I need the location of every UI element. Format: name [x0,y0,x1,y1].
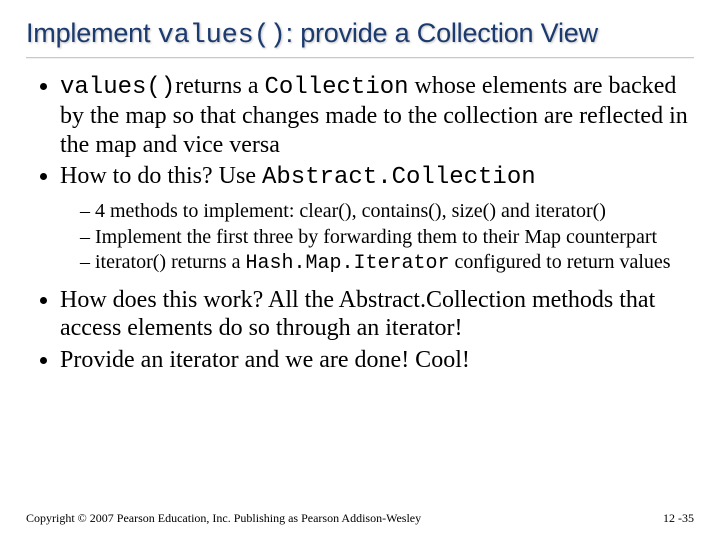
sub-1: 4 methods to implement: clear(), contain… [80,200,694,224]
sub-3: iterator() returns a Hash.Map.Iterator c… [80,251,694,276]
bullet-2-text: How to do this? Use [60,163,262,189]
sub-2: Implement the first three by forwarding … [80,226,694,250]
bullet-1-text1: returns a [175,73,264,99]
slide-title: Implement values(): provide a Collection… [26,18,694,51]
bullet-4: Provide an iterator and we are done! Coo… [60,346,694,374]
bullet-2: How to do this? Use Abstract.Collection … [60,162,694,276]
sub-3-textb: configured to return values [450,251,671,273]
sub-list: 4 methods to implement: clear(), contain… [60,200,694,276]
title-code: values() [158,21,286,51]
bullet-1: values()returns a Collection whose eleme… [60,72,694,159]
sub-3-code: Hash.Map.Iterator [245,252,449,275]
bullet-1-code1: values() [60,74,175,101]
title-text-post: : provide a Collection View [286,18,598,48]
page-number: 12 -35 [663,511,694,526]
bullet-list: values()returns a Collection whose eleme… [32,72,694,374]
bullet-3: How does this work? All the Abstract.Col… [60,286,694,343]
bullet-2-code: Abstract.Collection [262,164,536,191]
title-text-pre: Implement [26,18,158,48]
bullet-1-code2: Collection [265,74,409,101]
slide: Implement values(): provide a Collection… [0,0,720,540]
title-rule [26,57,694,58]
copyright-footer: Copyright © 2007 Pearson Education, Inc.… [26,511,421,526]
sub-3-texta: iterator() returns a [95,251,245,273]
